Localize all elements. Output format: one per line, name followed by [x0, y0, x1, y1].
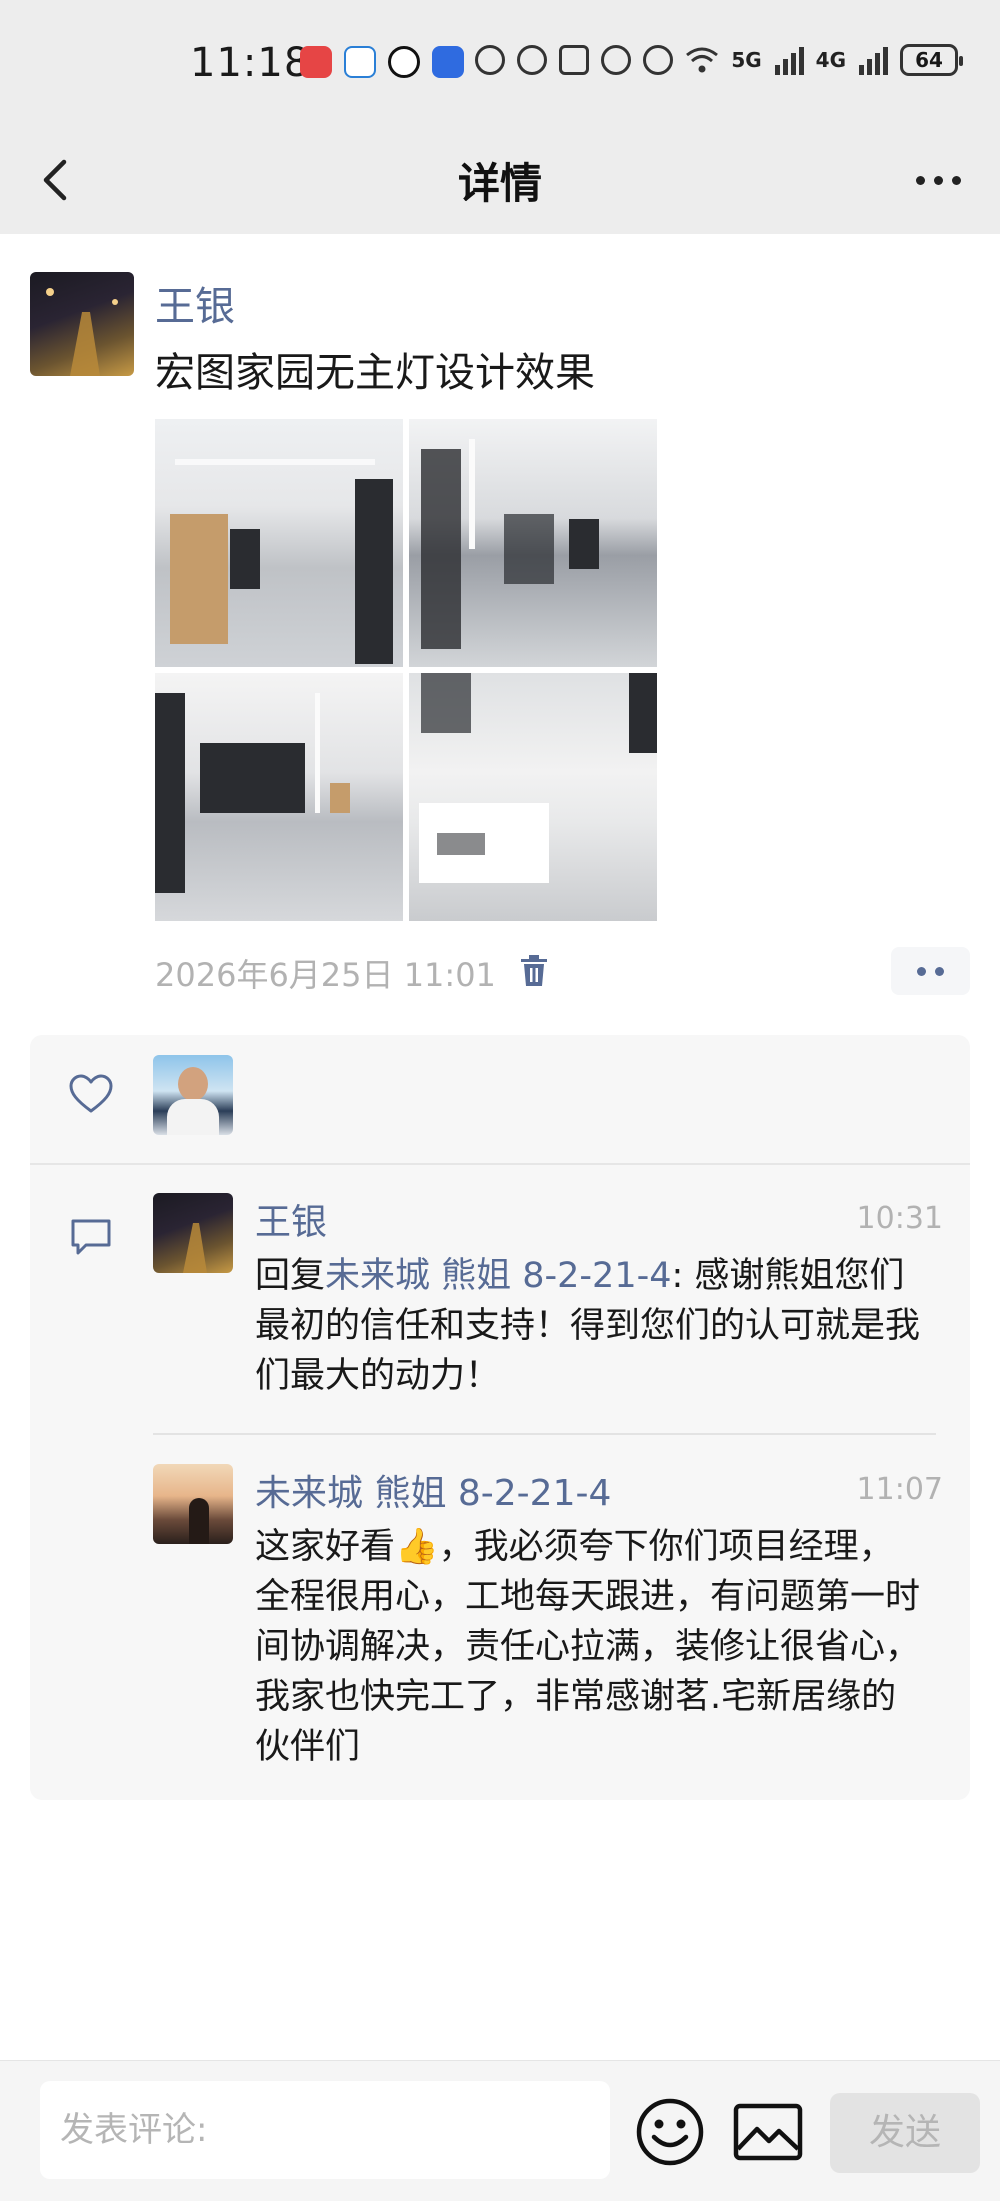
- signal-bars-icon: [859, 47, 888, 75]
- wifi-icon: [686, 47, 719, 73]
- page-title: 详情: [457, 159, 542, 208]
- signal-bars-icon: [774, 47, 804, 75]
- post-photo[interactable]: [409, 419, 657, 667]
- post-photo[interactable]: [409, 673, 657, 921]
- heart-icon: [69, 1074, 113, 1113]
- send-button[interactable]: 发送: [830, 2093, 980, 2173]
- nav-bar: 详情: [0, 128, 1000, 234]
- mute-icon: [643, 45, 674, 75]
- post-author-name[interactable]: 王银: [155, 274, 235, 332]
- reply-mention[interactable]: 未来城 熊姐 8-2-21-4: [325, 1256, 671, 1296]
- signal-5g-label: 5G: [731, 48, 762, 72]
- comment-time: 10:31: [856, 1201, 943, 1236]
- interaction-panel: 王银 10:31 回复未来城 熊姐 8-2-21-4: 感谢熊姐您们最初的信任和…: [30, 1035, 970, 1800]
- comment-bar: 发送: [0, 2060, 1000, 2201]
- reply-prefix: 回复: [255, 1256, 326, 1296]
- status-indicators: 5G 4G 64: [475, 44, 963, 76]
- commenter-avatar[interactable]: [153, 1193, 233, 1273]
- comment-text: 这家好看👍，我必须夸下你们项目经理，全程很用心，工地每天跟进，有问题第一时间协调…: [255, 1522, 925, 1772]
- battery-indicator: 64: [900, 44, 963, 76]
- notification-app-icon: [300, 46, 332, 78]
- status-time: 11:18: [190, 40, 311, 86]
- thumbs-up-emoji: 👍: [395, 1527, 439, 1567]
- panel-divider: [30, 1163, 970, 1165]
- speed-icon: [517, 45, 548, 75]
- comment-body: 这家好看: [255, 1527, 396, 1567]
- comment-icon: [71, 1219, 111, 1255]
- comment-text: 回复未来城 熊姐 8-2-21-4: 感谢熊姐您们最初的信任和支持！得到您们的认…: [255, 1251, 925, 1401]
- comment-time: 11:07: [856, 1472, 943, 1507]
- signal-4g-label: 4G: [815, 48, 846, 72]
- status-app-icons: [300, 46, 464, 78]
- post-photo[interactable]: [155, 673, 403, 921]
- post-author-avatar[interactable]: [30, 272, 134, 376]
- status-icon: [475, 45, 506, 75]
- like-comment-menu-button[interactable]: [891, 947, 970, 995]
- comment-divider: [153, 1433, 936, 1435]
- liker-avatar[interactable]: [153, 1055, 233, 1135]
- avatar-image: [46, 288, 118, 376]
- post-photo[interactable]: [155, 419, 403, 667]
- commenter-name[interactable]: 王银: [255, 1193, 327, 1245]
- more-options-icon[interactable]: [898, 150, 978, 210]
- delete-icon[interactable]: [520, 955, 548, 987]
- status-bar: 11:18 5G 4G 64: [0, 0, 1000, 128]
- photo-grid: [155, 419, 657, 921]
- notification-app-icon: [344, 46, 376, 78]
- commenter-name[interactable]: 未来城 熊姐 8-2-21-4: [255, 1464, 611, 1516]
- commenter-avatar[interactable]: [153, 1464, 233, 1544]
- comment-input[interactable]: [40, 2081, 610, 2179]
- image-icon[interactable]: [733, 2103, 803, 2161]
- post-timestamp: 2026年6月25日 11:01: [155, 956, 496, 994]
- emoji-icon[interactable]: [635, 2097, 705, 2167]
- qq-icon: [388, 46, 420, 78]
- post-text: 宏图家园无主灯设计效果: [155, 350, 595, 396]
- nfc-icon: [559, 45, 590, 75]
- alarm-icon: [601, 45, 632, 75]
- notification-app-icon: [432, 46, 464, 78]
